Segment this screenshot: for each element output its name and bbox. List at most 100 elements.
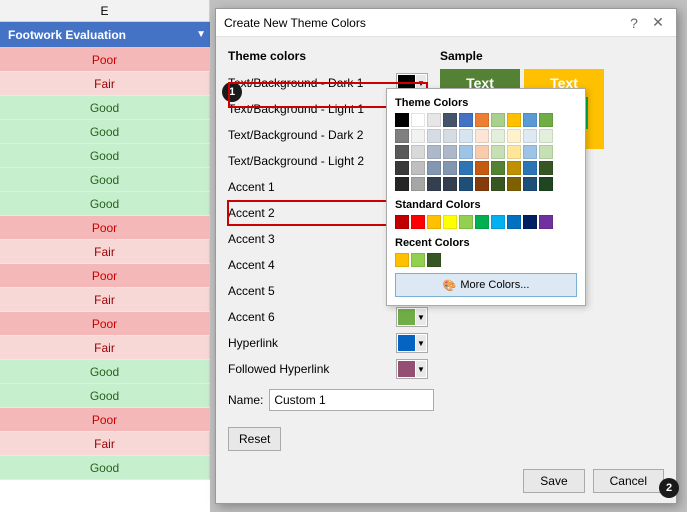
spreadsheet-row: Good [0, 192, 210, 216]
theme-colors-label: Theme colors [228, 49, 428, 63]
reset-button[interactable]: Reset [228, 427, 281, 451]
swatch-followed-hyperlink[interactable]: ▼ [396, 359, 428, 379]
color-cell[interactable] [507, 177, 521, 191]
standard-color-cell[interactable] [395, 215, 409, 229]
standard-color-cell[interactable] [475, 215, 489, 229]
standard-colors-row [395, 215, 577, 229]
color-cell[interactable] [475, 129, 489, 143]
color-row-hyperlink: Hyperlink▼ [228, 331, 428, 355]
color-cell[interactable] [491, 113, 505, 127]
cancel-button[interactable]: Cancel [593, 469, 664, 493]
color-cell[interactable] [523, 145, 537, 159]
color-cell[interactable] [507, 161, 521, 175]
spreadsheet-row: Fair [0, 336, 210, 360]
color-cell[interactable] [539, 161, 553, 175]
color-cell[interactable] [507, 113, 521, 127]
color-cell[interactable] [491, 145, 505, 159]
color-cell[interactable] [539, 113, 553, 127]
standard-color-cell[interactable] [427, 215, 441, 229]
color-cell[interactable] [443, 161, 457, 175]
spreadsheet-row: Good [0, 168, 210, 192]
standard-color-cell[interactable] [443, 215, 457, 229]
color-cell[interactable] [443, 145, 457, 159]
color-row-followed-hyperlink: Followed Hyperlink▼ [228, 357, 428, 381]
color-cell[interactable] [411, 145, 425, 159]
color-cell[interactable] [395, 145, 409, 159]
color-cell[interactable] [475, 113, 489, 127]
color-cell[interactable] [507, 129, 521, 143]
dropdown-arrow-icon: ▼ [196, 29, 206, 40]
spreadsheet-row: Poor [0, 48, 210, 72]
color-cell[interactable] [443, 113, 457, 127]
standard-color-cell[interactable] [507, 215, 521, 229]
color-cell[interactable] [475, 177, 489, 191]
color-cell[interactable] [539, 129, 553, 143]
recent-color-cell[interactable] [395, 253, 409, 267]
color-cell[interactable] [523, 129, 537, 143]
color-cell[interactable] [491, 161, 505, 175]
color-cell[interactable] [523, 161, 537, 175]
color-cell[interactable] [427, 145, 441, 159]
swatch-hyperlink[interactable]: ▼ [396, 333, 428, 353]
spreadsheet-row: Good [0, 96, 210, 120]
swatch-accent-6[interactable]: ▼ [396, 307, 428, 327]
col-header: E [0, 0, 210, 22]
dialog-title: Create New Theme Colors [224, 16, 366, 30]
color-cell[interactable] [427, 161, 441, 175]
color-grid-row [395, 177, 577, 191]
help-button[interactable]: ? [624, 13, 644, 33]
spreadsheet-row: Poor [0, 264, 210, 288]
color-cell[interactable] [427, 177, 441, 191]
color-cell[interactable] [459, 113, 473, 127]
color-picker-popup[interactable]: Theme Colors Standard Colors Recent Colo… [386, 88, 586, 306]
color-grid-row [395, 145, 577, 159]
color-grid-row [395, 161, 577, 175]
color-cell[interactable] [411, 129, 425, 143]
spreadsheet-title[interactable]: Footwork Evaluation ▼ [0, 22, 210, 48]
color-cell[interactable] [539, 145, 553, 159]
color-cell[interactable] [523, 113, 537, 127]
color-cell[interactable] [395, 129, 409, 143]
color-cell[interactable] [395, 177, 409, 191]
color-cell[interactable] [443, 177, 457, 191]
spreadsheet-row: Fair [0, 72, 210, 96]
close-button[interactable]: ✕ [648, 13, 668, 33]
spreadsheet-row: Fair [0, 432, 210, 456]
more-colors-button[interactable]: 🎨 More Colors... [395, 273, 577, 297]
color-cell[interactable] [459, 177, 473, 191]
standard-color-cell[interactable] [539, 215, 553, 229]
recent-colors-row [395, 253, 577, 267]
color-cell[interactable] [475, 161, 489, 175]
name-input[interactable] [269, 389, 434, 411]
color-cell[interactable] [459, 145, 473, 159]
color-cell[interactable] [427, 113, 441, 127]
color-row-accent-6: Accent 6▼ [228, 305, 428, 329]
color-cell[interactable] [539, 177, 553, 191]
color-cell[interactable] [523, 177, 537, 191]
color-cell[interactable] [507, 145, 521, 159]
color-cell[interactable] [395, 161, 409, 175]
color-cell[interactable] [475, 145, 489, 159]
dialog-titlebar: Create New Theme Colors ? ✕ [216, 9, 676, 37]
color-cell[interactable] [459, 161, 473, 175]
standard-color-cell[interactable] [459, 215, 473, 229]
color-cell[interactable] [491, 177, 505, 191]
color-grid-row [395, 113, 577, 127]
color-cell[interactable] [411, 161, 425, 175]
spreadsheet-row: Good [0, 456, 210, 480]
color-cell[interactable] [459, 129, 473, 143]
spreadsheet-row: Poor [0, 312, 210, 336]
spreadsheet: E Footwork Evaluation ▼ PoorFairGoodGood… [0, 0, 210, 512]
recent-color-cell[interactable] [411, 253, 425, 267]
standard-color-cell[interactable] [523, 215, 537, 229]
color-cell[interactable] [443, 129, 457, 143]
color-cell[interactable] [395, 113, 409, 127]
color-cell[interactable] [411, 177, 425, 191]
recent-color-cell[interactable] [427, 253, 441, 267]
color-cell[interactable] [491, 129, 505, 143]
standard-color-cell[interactable] [491, 215, 505, 229]
standard-color-cell[interactable] [411, 215, 425, 229]
color-cell[interactable] [427, 129, 441, 143]
color-cell[interactable] [411, 113, 425, 127]
save-button[interactable]: Save [523, 469, 584, 493]
